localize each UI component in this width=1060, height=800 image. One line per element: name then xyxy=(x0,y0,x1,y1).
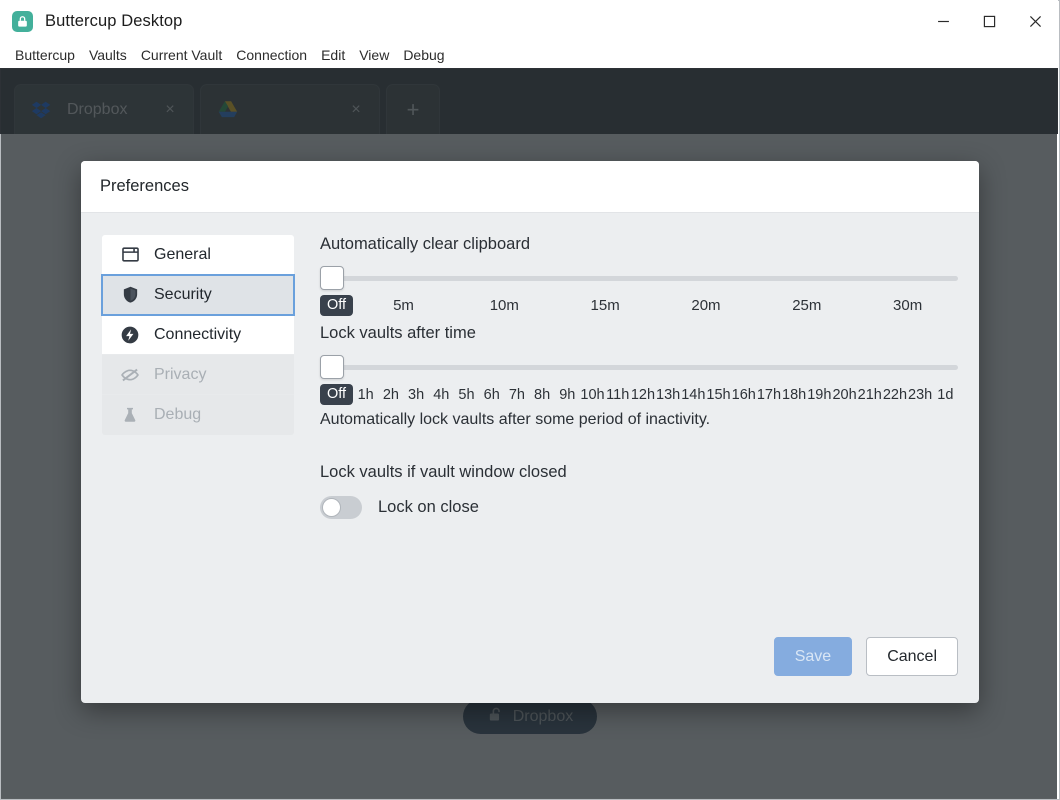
preferences-sidebar: General Security Connectivity Privacy De… xyxy=(101,235,295,637)
lock-time-slider-ticks: Off 1h 2h 3h 4h 5h 6h 7h 8h 9h 10h 11h 12h 13h 14h 15h 1… xyxy=(320,384,958,405)
lock-time-tick-8h: 8h xyxy=(534,386,551,403)
setting-title-lock-time: Lock vaults after time xyxy=(320,324,476,342)
menu-item-current-vault[interactable]: Current Vault xyxy=(134,45,229,65)
clipboard-slider-handle[interactable] xyxy=(320,266,344,290)
lock-time-tick-10h: 10h xyxy=(580,386,605,403)
lock-on-close-toggle[interactable] xyxy=(320,496,362,519)
setting-title-clipboard: Automatically clear clipboard xyxy=(320,235,531,253)
lock-time-tick-5h: 5h xyxy=(458,386,475,403)
clipboard-slider-ticks: Off 5m 10m 15m 20m 25m 30m xyxy=(320,295,958,316)
sidebar-label-connectivity: Connectivity xyxy=(154,325,242,343)
lock-time-tick-2h: 2h xyxy=(382,386,399,403)
toggle-knob xyxy=(322,498,341,517)
window-title: Buttercup Desktop xyxy=(45,11,183,30)
cancel-button[interactable]: Cancel xyxy=(866,637,958,676)
lock-time-tick-15h: 15h xyxy=(706,386,731,403)
setting-lock-after-time: Lock vaults after time Off 1h 2h 3h 4h 5h 6h 7h… xyxy=(320,324,958,429)
lock-time-tick-22h: 22h xyxy=(882,386,908,403)
maximize-icon[interactable] xyxy=(966,0,1012,42)
dialog-title: Preferences xyxy=(100,177,189,195)
menu-bar: Buttercup Vaults Current Vault Connectio… xyxy=(0,42,1058,68)
setting-lock-on-close: Lock vaults if vault window closed Lock … xyxy=(320,463,958,519)
lock-time-tick-18h: 18h xyxy=(782,386,807,403)
lock-time-tick-13h: 13h xyxy=(656,386,681,403)
clipboard-slider[interactable]: Off 5m 10m 15m 20m 25m 30m xyxy=(320,266,958,318)
clipboard-tick-20m: 20m xyxy=(691,297,721,314)
settings-panel: Automatically clear clipboard Off 5m 10m… xyxy=(294,235,958,637)
dialog-header: Preferences xyxy=(81,161,979,213)
lock-time-tick-17h: 17h xyxy=(756,386,782,403)
menu-item-view[interactable]: View xyxy=(352,45,396,65)
clipboard-tick-30m: 30m xyxy=(893,297,923,314)
lock-time-tick-19h: 19h xyxy=(807,386,832,403)
lock-time-tick-9h: 9h xyxy=(559,386,576,403)
app-window: Buttercup Desktop Buttercup Vaults Curre… xyxy=(0,0,1060,800)
lock-time-tick-1h: 1h xyxy=(357,386,374,403)
lock-time-tick-off: Off xyxy=(320,384,354,405)
dialog-footer: Save Cancel xyxy=(81,637,979,703)
clipboard-slider-track[interactable] xyxy=(338,276,958,281)
menu-item-buttercup[interactable]: Buttercup xyxy=(8,45,82,65)
sidebar-item-security[interactable]: Security xyxy=(101,274,295,316)
lock-time-tick-3h: 3h xyxy=(408,386,425,403)
sidebar-label-security: Security xyxy=(154,285,212,303)
lock-time-slider-handle[interactable] xyxy=(320,355,344,379)
sidebar-item-debug: Debug xyxy=(102,395,294,435)
sidebar-label-debug: Debug xyxy=(154,406,202,423)
setting-title-lock-on-close: Lock vaults if vault window closed xyxy=(320,463,567,481)
clipboard-tick-25m: 25m xyxy=(792,297,822,314)
minimize-icon[interactable] xyxy=(920,0,966,42)
menu-item-edit[interactable]: Edit xyxy=(314,45,352,65)
lock-time-tick-16h: 16h xyxy=(731,386,756,403)
lock-time-tick-1d: 1d xyxy=(937,386,954,403)
setting-clear-clipboard: Automatically clear clipboard Off 5m 10m… xyxy=(320,235,958,318)
clipboard-tick-15m: 15m xyxy=(590,297,620,314)
lock-time-tick-20h: 20h xyxy=(832,386,857,403)
sidebar-item-connectivity[interactable]: Connectivity xyxy=(102,315,294,355)
title-bar: Buttercup Desktop xyxy=(0,0,1058,42)
lock-time-tick-6h: 6h xyxy=(483,386,500,403)
menu-item-connection[interactable]: Connection xyxy=(229,45,314,65)
clipboard-tick-5m: 5m xyxy=(393,297,414,314)
menu-item-vaults[interactable]: Vaults xyxy=(82,45,134,65)
lock-time-tick-21h: 21h xyxy=(857,386,882,403)
shield-icon xyxy=(119,285,141,304)
lock-time-slider-track[interactable] xyxy=(338,365,958,370)
bolt-icon xyxy=(119,325,141,345)
dialog-body: General Security Connectivity Privacy De… xyxy=(81,213,979,637)
window-controls xyxy=(920,0,1058,42)
lock-time-tick-11h: 11h xyxy=(606,386,630,403)
menu-item-debug[interactable]: Debug xyxy=(396,45,451,65)
preferences-dialog: Preferences General Security Connectivit… xyxy=(81,161,979,703)
lock-time-slider[interactable]: Off 1h 2h 3h 4h 5h 6h 7h 8h 9h 10h 11h 12h 13h 14h 15h 1… xyxy=(320,355,958,407)
flask-icon xyxy=(119,406,141,424)
close-icon[interactable] xyxy=(1012,0,1058,42)
window-icon xyxy=(119,245,141,264)
clipboard-tick-10m: 10m xyxy=(489,297,519,314)
lock-time-helper-text: Automatically lock vaults after some per… xyxy=(320,411,711,428)
sidebar-item-privacy: Privacy xyxy=(102,355,294,395)
sidebar-label-general: General xyxy=(154,245,211,263)
save-button[interactable]: Save xyxy=(773,637,853,676)
lock-time-tick-12h: 12h xyxy=(630,386,656,403)
lock-on-close-label: Lock on close xyxy=(378,498,479,516)
lock-time-tick-4h: 4h xyxy=(433,386,450,403)
buttercup-lock-logo-icon xyxy=(12,10,33,32)
sidebar-item-general[interactable]: General xyxy=(102,235,294,275)
eye-off-icon xyxy=(119,365,141,385)
lock-time-tick-14h: 14h xyxy=(681,386,706,403)
clipboard-tick-off: Off xyxy=(320,295,354,316)
lock-time-tick-7h: 7h xyxy=(508,386,525,403)
lock-time-tick-23h: 23h xyxy=(908,386,933,403)
sidebar-label-privacy: Privacy xyxy=(154,365,207,383)
lock-on-close-row: Lock on close xyxy=(320,496,958,519)
